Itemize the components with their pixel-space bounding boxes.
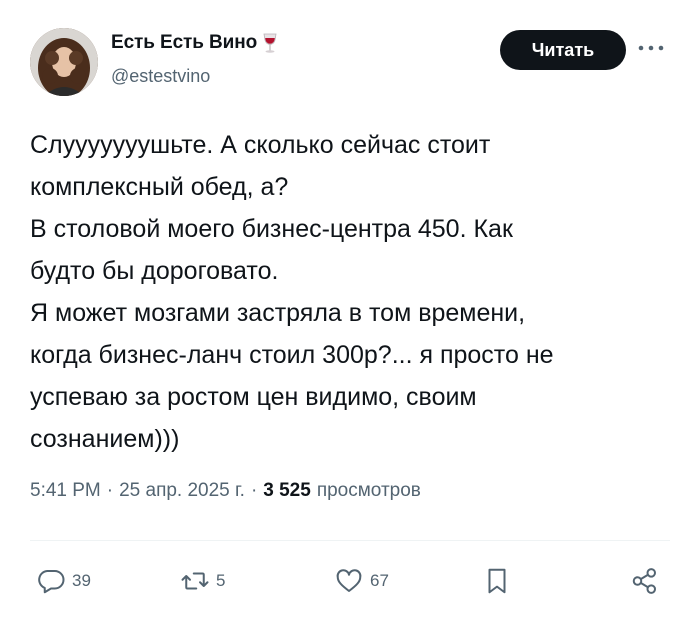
avatar[interactable] (30, 28, 98, 96)
like-count: 67 (370, 571, 389, 590)
meta-separator: · (106, 480, 114, 501)
views-count[interactable]: 3 525 (263, 480, 311, 502)
meta-separator: · (250, 480, 258, 501)
share-button[interactable] (630, 562, 660, 600)
author-name-row[interactable]: Есть Есть Вино (111, 32, 279, 54)
bookmark-icon (482, 566, 512, 596)
tweet-meta: 5:41 PM · 25 апр. 2025 г. · 3 525 просмо… (30, 480, 421, 502)
reply-icon (36, 566, 66, 596)
reply-button[interactable]: 39 (36, 562, 91, 600)
follow-button[interactable]: Читать (500, 30, 626, 70)
tweet-text: Слууууууушьте. А сколько сейчас стоит ко… (30, 131, 554, 453)
repost-count: 5 (216, 571, 226, 590)
wine-glass-icon (261, 32, 279, 54)
tweet-date[interactable]: 25 апр. 2025 г. (119, 480, 245, 502)
display-name[interactable]: Есть Есть Вино (111, 32, 257, 54)
repost-icon (180, 566, 210, 596)
divider (30, 540, 670, 541)
tweet-time[interactable]: 5:41 PM (30, 480, 101, 502)
tweet-card: Есть Есть Вино @estestvino Читать Слуууу… (0, 0, 700, 624)
author-handle[interactable]: @estestvino (111, 66, 210, 87)
more-icon[interactable] (636, 36, 666, 60)
views-label: просмотров (316, 480, 421, 501)
like-button[interactable]: 67 (334, 562, 389, 600)
share-icon (630, 566, 660, 596)
heart-icon (334, 566, 364, 596)
bookmark-button[interactable] (482, 562, 512, 600)
repost-button[interactable]: 5 (180, 562, 225, 600)
reply-count: 39 (72, 571, 91, 590)
